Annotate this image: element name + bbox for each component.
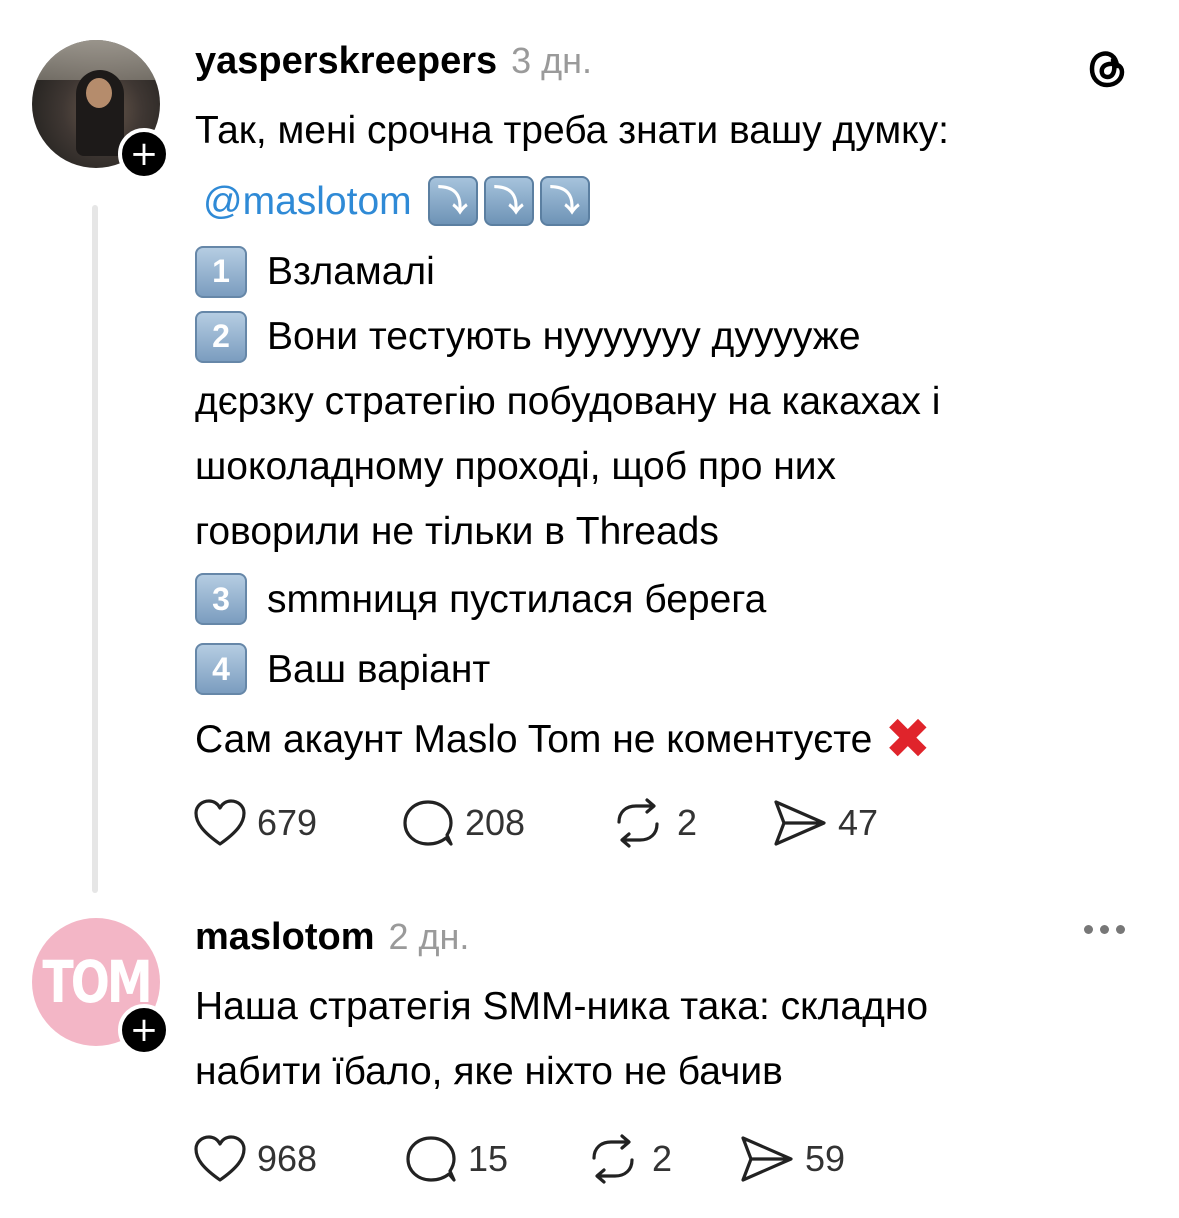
heart-icon (194, 1135, 246, 1182)
text-line: Так, мені срочна треба знати вашу думку: (195, 98, 1155, 163)
post-actions: 968 15 2 59 (193, 1134, 879, 1184)
text-line: набити їбало, яке ніхто не бачив (195, 1039, 1155, 1104)
share-button[interactable]: 59 (739, 1134, 879, 1184)
option-text: Вони тестують нууууууу дуууу​же (267, 315, 861, 358)
more-options-icon[interactable] (1084, 925, 1125, 934)
option-text: дєрзку стратегію побудовану на какахах і (195, 380, 941, 423)
option-text: Взламалі (267, 250, 435, 293)
arrow-down-right-icon: ⤵ (483, 176, 534, 226)
repost-icon (617, 798, 659, 848)
like-button[interactable]: 968 (193, 1134, 404, 1184)
option-text: шоколадному проході, щоб про них (195, 445, 837, 488)
option-text: говорили не тільки в Threads (195, 510, 719, 553)
username[interactable]: maslotom (195, 916, 374, 959)
option-2-continued: говорили не тільки в Threads (195, 499, 1155, 564)
option-text: Ваш варіант (267, 647, 491, 691)
option-2-continued: шоколадному проході, щоб про них (195, 434, 1155, 499)
text-line: Наша стратегія SMM-ника така: складно (195, 974, 1155, 1039)
share-icon (774, 800, 826, 846)
option-4: 4 Ваш варіант (195, 634, 1155, 704)
like-count: 679 (257, 802, 318, 843)
option-text: smmниця пустилася берега (267, 577, 767, 621)
reply-button[interactable]: 208 (401, 798, 609, 848)
share-icon (741, 1136, 793, 1182)
keycap-1-icon: 1 (195, 245, 247, 298)
closing-line: Сам акаунт Maslo Tom не коментуєте ✖ (195, 704, 1155, 774)
timestamp: 3 дн. (511, 40, 593, 81)
text-intro: Так, мені срочна треба знати вашу думку: (195, 109, 950, 152)
more-dot (1084, 925, 1093, 934)
comment-icon (403, 800, 453, 846)
heart-icon (194, 799, 246, 846)
more-dot (1116, 925, 1125, 934)
mention-link[interactable]: @maslotom (203, 169, 412, 234)
text-content: набити їбало, яке ніхто не бачив (195, 1050, 783, 1093)
keycap-3-icon: 3 (195, 573, 247, 625)
share-count: 47 (838, 802, 879, 843)
more-dot (1100, 925, 1109, 934)
keycap-4-icon: 4 (195, 643, 247, 695)
option-1: 1 Взламалі (195, 239, 1155, 304)
thread-connector-line (92, 205, 98, 893)
option-3: 3 smmниця пустилася берега (195, 564, 1155, 634)
repost-icon (592, 1134, 634, 1184)
text-line-mention: @maslotom ⤵ ⤵ ⤵ (195, 163, 1155, 239)
keycap-2-icon: 2 (195, 310, 247, 363)
post-header: yasperskreepers 3 дн. (195, 40, 592, 83)
share-count: 59 (805, 1138, 846, 1179)
share-button[interactable]: 47 (772, 798, 912, 848)
option-2-continued: дєрзку стратегію побудовану на какахах і (195, 369, 1155, 434)
follow-plus-icon[interactable]: + (118, 1004, 170, 1056)
follow-plus-icon[interactable]: + (118, 128, 170, 180)
repost-count: 2 (677, 802, 698, 843)
closing-text: Сам акаунт Maslo Tom не коментуєте (195, 717, 873, 761)
reply-count: 15 (468, 1138, 509, 1179)
post-text: Так, мені срочна треба знати вашу думку:… (195, 98, 1155, 774)
text-content: Наша стратегія SMM-ника така: складно (195, 985, 929, 1028)
cross-mark-icon: ✖ (884, 707, 932, 770)
comment-icon (406, 1136, 456, 1182)
post-yasperskreepers: + yasperskreepers 3 дн. Так, мені срочна… (0, 0, 1179, 900)
post-text: Наша стратегія SMM-ника така: складно на… (195, 974, 1155, 1104)
post-actions: 679 208 2 47 (193, 798, 912, 848)
post-maslotom: TOM + maslotom 2 дн. Наша стратегія SMM-… (0, 900, 1179, 1218)
repost-count: 2 (652, 1138, 673, 1179)
avatar-face (86, 78, 112, 108)
timestamp: 2 дн. (388, 916, 470, 957)
like-button[interactable]: 679 (193, 798, 401, 848)
arrow-down-right-icon: ⤵ (539, 176, 590, 226)
repost-button[interactable]: 2 (584, 1134, 739, 1184)
reply-count: 208 (465, 802, 526, 843)
option-2: 2 Вони тестують нууууууу дуууу​же (195, 304, 1155, 369)
reply-button[interactable]: 15 (404, 1134, 584, 1184)
like-count: 968 (257, 1138, 318, 1179)
arrow-down-right-icon: ⤵ (427, 176, 478, 226)
repost-button[interactable]: 2 (609, 798, 772, 848)
username[interactable]: yasperskreepers (195, 40, 497, 83)
post-header: maslotom 2 дн. (195, 916, 469, 959)
